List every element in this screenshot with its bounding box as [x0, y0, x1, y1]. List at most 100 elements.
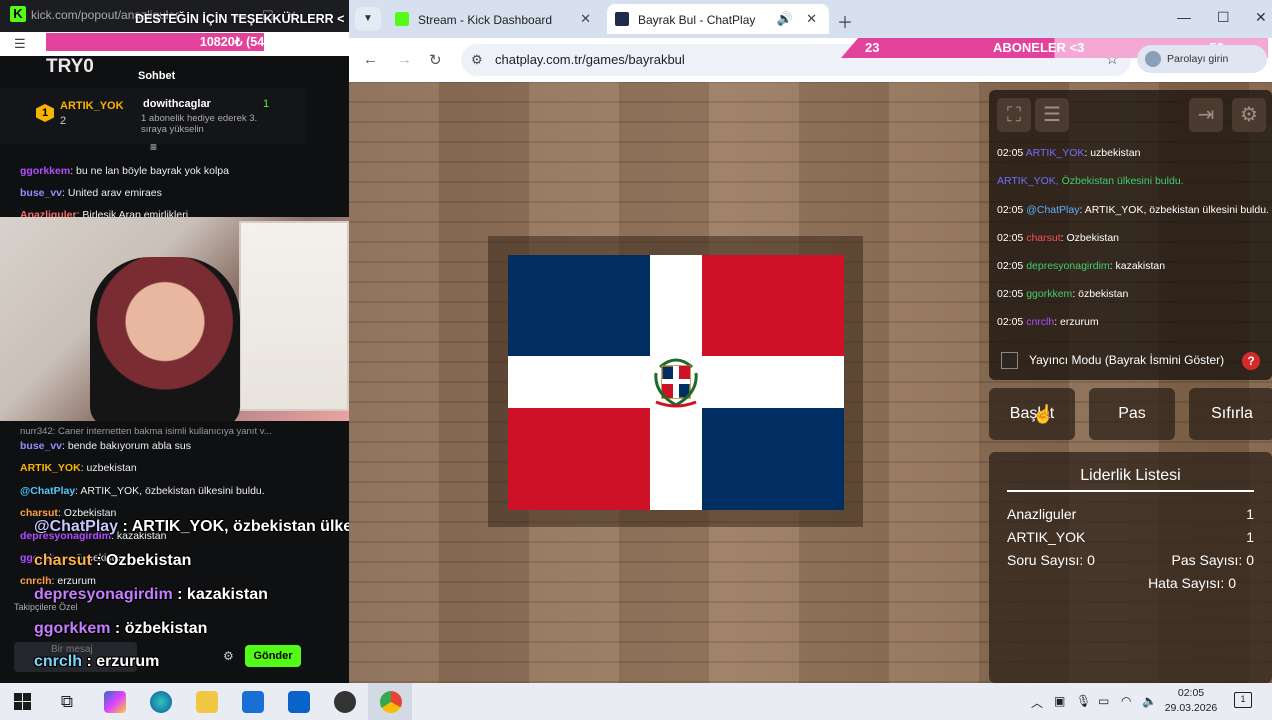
clock-time: 02:05: [1177, 687, 1205, 699]
gifter-count: 1: [263, 98, 270, 110]
close-icon[interactable]: ✕: [1255, 9, 1267, 26]
profile-label: Parolayı girin: [1167, 53, 1229, 65]
log-username: ARTIK_YOK: [1025, 147, 1085, 159]
browser-window: ▼ Stream - Kick Dashboard ✕ Bayrak Bul -…: [349, 0, 1272, 683]
tray-mic-icon[interactable]: 🎙: [1076, 694, 1091, 708]
chat-username[interactable]: ggorkkem: [20, 165, 70, 177]
system-clock[interactable]: 02:05 29.03.2026: [1158, 686, 1224, 716]
chatplay-favicon-icon: [615, 12, 629, 26]
log-username: ggorkkem: [1026, 288, 1073, 300]
chat-username[interactable]: @ChatPlay: [34, 518, 118, 535]
game-page: ⛶ ☰ ⇥ ⚙ 02:05 ARTIK_YOK: uzbekistan ARTIK…: [349, 82, 1272, 683]
kick-logo-icon: K: [10, 6, 26, 22]
tune-icon[interactable]: ☰: [14, 36, 26, 52]
chat-settings-icon[interactable]: ⚙: [223, 649, 234, 663]
leaderboard-name: ARTIK_YOK: [1007, 529, 1086, 545]
store-icon[interactable]: [242, 691, 264, 713]
chat-text: : Ozbekistan: [91, 552, 192, 569]
fullscreen-icon[interactable]: ⛶: [997, 98, 1031, 132]
help-icon[interactable]: ?: [1242, 352, 1260, 370]
file-explorer-icon[interactable]: [196, 691, 218, 713]
chat-username[interactable]: ARTIK_YOK: [20, 462, 81, 474]
outlook-icon[interactable]: [288, 691, 310, 713]
tab-close-icon[interactable]: ✕: [806, 11, 817, 27]
log-text: Özbekistan ülkesini buldu.: [1058, 175, 1184, 187]
tab-title: Bayrak Bul - ChatPlay: [638, 13, 756, 27]
chrome-icon[interactable]: [380, 691, 402, 713]
chat-username[interactable]: buse_vv: [20, 187, 62, 199]
windows-start-icon[interactable]: [14, 693, 31, 710]
profile-button[interactable]: Parolayı girin: [1137, 45, 1267, 73]
tab-close-icon[interactable]: ✕: [580, 11, 591, 27]
donation-subtitle: TRY0: [46, 56, 94, 77]
chat-message: buse_vv: United arav emiraes: [20, 187, 162, 199]
tray-wifi-icon[interactable]: ◠: [1121, 694, 1131, 708]
donation-progress-bar: 10820₺ (54: [46, 33, 265, 51]
exit-icon[interactable]: ⇥: [1189, 98, 1223, 132]
log-time: 02:05: [997, 147, 1024, 159]
notification-icon[interactable]: 1: [1234, 692, 1252, 708]
chat-username[interactable]: @ChatPlay: [20, 485, 75, 497]
minimize-icon[interactable]: —: [1177, 9, 1191, 25]
obs-icon[interactable]: [334, 691, 356, 713]
tab-chatplay[interactable]: Bayrak Bul - ChatPlay 🔊 ✕: [607, 4, 829, 34]
log-time: 02:05: [997, 316, 1024, 328]
chat-text: : United arav emiraes: [62, 187, 162, 199]
maximize-icon[interactable]: ☐: [1217, 9, 1230, 26]
chat-username[interactable]: ggorkkem: [34, 620, 110, 637]
streamer-mode-checkbox[interactable]: [1001, 352, 1018, 369]
tray-chevron-icon[interactable]: ︿: [1031, 694, 1043, 711]
tab-kick-dashboard[interactable]: Stream - Kick Dashboard ✕: [387, 4, 603, 34]
chat-filter-icon[interactable]: ≡: [150, 140, 157, 154]
goal-title: ABONELER <3: [993, 40, 1085, 55]
chat-text: : bu ne lan böyle bayrak yok kolpa: [70, 165, 229, 177]
streamer-mode-label[interactable]: Yayıncı Modu (Bayrak İsmini Göster): [1029, 353, 1224, 367]
tab-audio-icon[interactable]: 🔊: [777, 11, 793, 27]
chat-text: : bende bakıyorum abla sus: [62, 440, 192, 452]
rank-username[interactable]: ARTIK_YOK: [60, 100, 124, 112]
chat-message: ARTIK_YOK: uzbekistan: [20, 462, 137, 474]
donation-progress-text: 10820₺ (54: [199, 35, 265, 49]
send-button[interactable]: Gönder: [245, 645, 301, 667]
forward-icon[interactable]: →: [397, 51, 412, 68]
log-icon[interactable]: ☰: [1035, 98, 1069, 132]
back-icon[interactable]: ←: [363, 51, 378, 68]
reload-icon[interactable]: ↻: [429, 51, 442, 69]
chat-username[interactable]: charsut: [34, 552, 92, 569]
pass-button[interactable]: Pas: [1089, 388, 1175, 440]
question-count: Soru Sayısı: 0: [1007, 552, 1095, 568]
settings-gear-icon[interactable]: ⚙: [1232, 98, 1266, 132]
tray-device-icon[interactable]: ▣: [1054, 694, 1065, 708]
overlay-message: charsut : Ozbekistan: [34, 552, 191, 570]
leaderboard-score: 1: [1246, 506, 1254, 522]
chat-username[interactable]: cnrclh: [34, 653, 82, 670]
address-url[interactable]: chatplay.com.tr/games/bayrakbul: [495, 52, 685, 67]
reset-button[interactable]: Sıfırla: [1189, 388, 1272, 440]
site-info-icon[interactable]: ⚙: [471, 52, 483, 68]
chat-username[interactable]: depresyonagirdim: [34, 586, 173, 603]
chat-username[interactable]: buse_vv: [20, 440, 62, 452]
log-time: 02:05: [997, 232, 1024, 244]
log-entry: ARTIK_YOK, Özbekistan ülkesini buldu.: [997, 175, 1184, 187]
tray-volume-icon[interactable]: 🔈: [1142, 694, 1157, 708]
log-text: : kazakistan: [1109, 260, 1166, 272]
leaderboard-name: Anazliguler: [1007, 506, 1077, 522]
copilot-icon[interactable]: [104, 691, 126, 713]
pass-count: Pas Sayısı: 0: [1171, 552, 1254, 568]
new-tab-icon[interactable]: ＋: [837, 9, 853, 33]
task-view-icon[interactable]: ⧉: [56, 691, 78, 713]
taskbar: ⧉ ︿ ▣ 🎙 ▭ ◠ 🔈 02:05 29.03.2026 1: [0, 683, 1272, 720]
kick-chat-popout: K kick.com/popout/anazliguler — ☐ ✕ DEST…: [0, 0, 349, 683]
gift-hint: 1 abonelik hediye ederek 3. sıraya yükse…: [141, 113, 258, 135]
avatar-icon: [1145, 51, 1161, 67]
tray-battery-icon[interactable]: ▭: [1098, 694, 1109, 708]
tab-search-icon[interactable]: ▼: [355, 7, 381, 31]
leaderboard-divider: [1007, 490, 1254, 492]
clock-date: 29.03.2026: [1164, 702, 1218, 714]
tab-chat[interactable]: Sohbet: [138, 70, 175, 82]
log-entry: 02:05 ARTIK_YOK: uzbekistan: [997, 147, 1140, 159]
log-time: 02:05: [997, 260, 1024, 272]
gifter-username[interactable]: dowithcaglar: [143, 98, 211, 110]
goal-current: 23: [865, 40, 880, 55]
edge-icon[interactable]: [150, 691, 172, 713]
